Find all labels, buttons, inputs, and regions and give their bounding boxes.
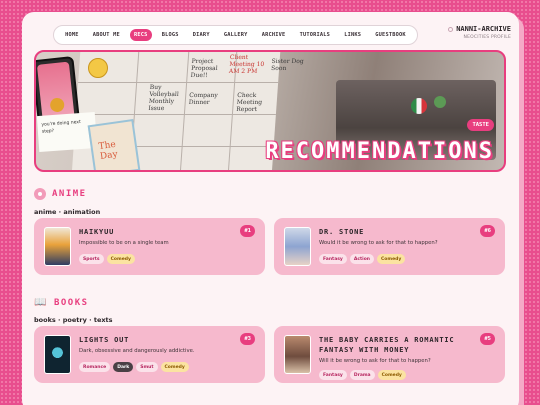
tag[interactable]: Comedy [377,370,406,380]
tag[interactable]: Comedy [377,254,406,264]
tag[interactable]: Drama [349,370,375,380]
card-title: LIGHTS OUT [79,336,130,344]
note-volleyball: Buy Volleyball Monthly Issue [148,84,190,112]
pin-icon [434,96,446,108]
brand-subtitle: NEOCITIES PROFILE [463,35,511,40]
card-description: Will it be wrong to ask for that to happ… [319,358,431,364]
flower-icon [34,188,46,200]
tag[interactable]: Smut [136,362,158,372]
tag[interactable]: Fantasy [319,254,347,264]
main-nav: HOME ABOUT ME RECS BLOGS DIARY GALLERY A… [53,25,418,45]
brand[interactable]: NANNI-ARCHIVE NEOCITIES PROFILE [448,25,511,40]
brand-title-row: NANNI-ARCHIVE [448,25,511,33]
nav-archive[interactable]: ARCHIVE [258,29,290,41]
tag-list: Fantasy Drama Comedy [319,370,406,380]
card-description: Would it be wrong to ask for that to hap… [319,240,438,246]
rec-card-lights-out[interactable]: LIGHTS OUT Dark, obsessive and dangerous… [34,326,265,383]
note-text: Check Meeting Report [236,92,263,113]
rec-card-baby-romantic-fantasy[interactable]: THE BABY CARRIES A ROMANTIC FANTASY WITH… [274,326,505,383]
note-text: Company Dinner [188,92,219,106]
tag-list: Sports Comedy [79,254,135,264]
note-report: Check Meeting Report [236,92,277,113]
brand-title: NANNI-ARCHIVE [456,25,511,33]
cover-thumbnail [44,227,71,266]
flag-pin-icon [411,98,427,114]
section-title: ANIME [52,189,87,199]
nav-gallery[interactable]: GALLERY [220,29,252,41]
banner-title: RECOMMENDATIONS [265,139,494,164]
tag[interactable]: Sports [79,254,104,264]
rank-badge: #6 [480,225,495,237]
tag-list: Romance Dark Smut Comedy [79,362,189,372]
note-sister: Sister Dog Soon [271,58,312,72]
card-title: DR. STONE [319,228,365,236]
note-project: Project Proposal Due!! [190,58,231,79]
tag[interactable]: Fantasy [319,370,347,380]
day-card: The Day [87,119,141,170]
nav-diary[interactable]: DIARY [189,29,214,41]
nav-tutorials[interactable]: TUTORIALS [296,29,335,41]
nav-blogs[interactable]: BLOGS [158,29,183,41]
note-text: Client Meeting 10 AM 2 PM [228,54,265,75]
card-description: Impossible to be on a single team [79,240,169,246]
nav-recs[interactable]: RECS [130,29,152,41]
cover-thumbnail [284,227,311,266]
note-dinner: Company Dinner [188,92,229,106]
rank-badge: #5 [480,333,495,345]
nav-links[interactable]: LINKS [340,29,365,41]
tag-list: Fantasy Action Comedy [319,254,406,264]
note-client-meeting: Client Meeting 10 AM 2 PM [229,54,270,75]
card-description: Dark, obsessive and dangerously addictiv… [79,348,195,354]
note-text: Project Proposal Due!! [190,58,218,79]
note-text: Sister Dog Soon [270,58,304,72]
tag[interactable]: Romance [79,362,111,372]
smiley-icon [88,58,108,78]
tag[interactable]: Comedy [160,362,189,372]
nav-guestbook[interactable]: GUESTBOOK [371,29,410,41]
nav-about-me[interactable]: ABOUT ME [89,29,124,41]
page-window: HOME ABOUT ME RECS BLOGS DIARY GALLERY A… [22,12,519,405]
nav-home[interactable]: HOME [61,29,83,41]
section-title: BOOKS [53,297,89,308]
note-text: Buy Volleyball Monthly Issue [148,84,179,112]
rec-card-dr-stone[interactable]: DR. STONE Would it be wrong to ask for t… [274,218,505,275]
tag[interactable]: Comedy [106,254,135,264]
cover-thumbnail [44,335,71,374]
rank-badge: #3 [240,333,255,345]
card-title: HAIKYUU [79,228,115,236]
rec-card-haikyuu[interactable]: HAIKYUU Impossible to be on a single tea… [34,218,265,275]
section-anime-subtitle: anime · animation [34,208,101,216]
book-icon: 📖 [34,297,48,308]
hero-banner: Client Meeting 10 AM 2 PM Project Propos… [34,50,506,172]
tag[interactable]: Dark [113,362,134,372]
card-title: THE BABY CARRIES A ROMANTIC FANTASY WITH… [319,336,455,354]
cover-thumbnail [284,335,311,374]
section-books-subtitle: books · poetry · texts [34,316,113,324]
tag[interactable]: Action [349,254,374,264]
taste-tag[interactable]: TASTE [467,119,494,131]
circle-icon [448,26,454,32]
section-books-heading: 📖 BOOKS [34,297,89,308]
section-anime-heading: ANIME [34,188,87,200]
rank-badge: #1 [240,225,255,237]
